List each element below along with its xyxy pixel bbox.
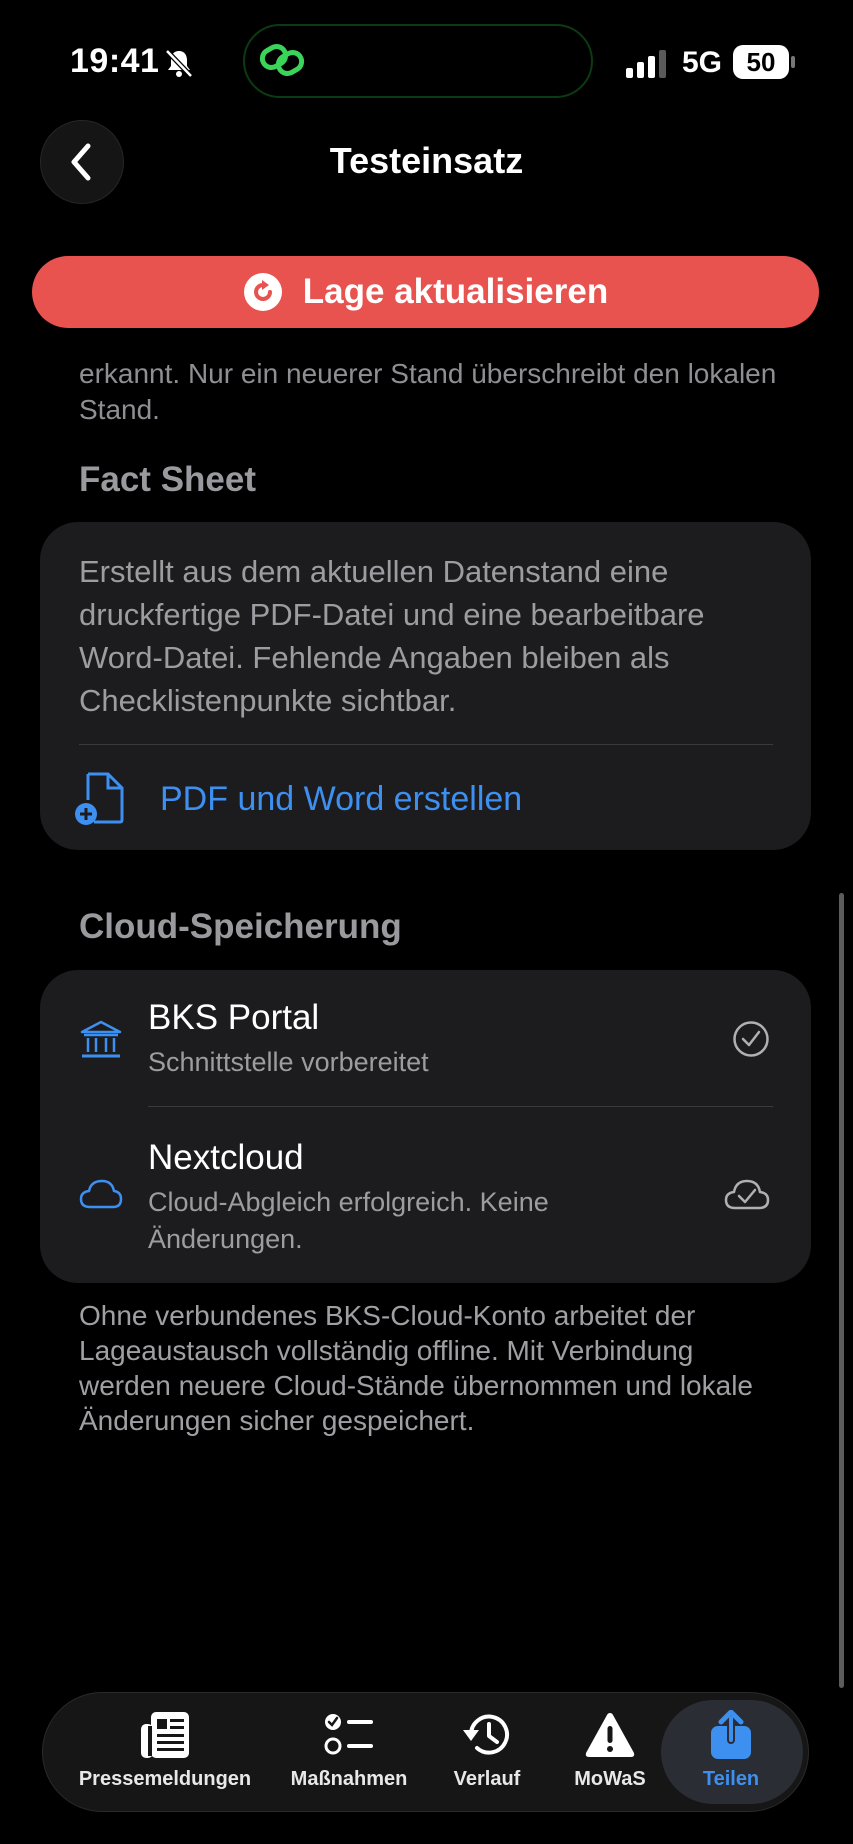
update-situation-button[interactable]: Lage aktualisieren (32, 256, 819, 328)
bks-portal-row[interactable]: BKS Portal Schnittstelle vorbereitet (40, 980, 811, 1100)
status-time: 19:41 (70, 42, 160, 80)
network-type: 5G (682, 46, 723, 79)
update-button-label: Lage aktualisieren (302, 272, 609, 311)
intro-text: erkannt. Nur ein neuerer Stand überschre… (79, 358, 777, 425)
tab-pressemeldungen[interactable]: Pressemeldungen (74, 1702, 256, 1802)
bell-muted-icon (165, 49, 193, 78)
linked-rings-icon (259, 44, 305, 76)
scrollbar[interactable] (839, 893, 844, 1688)
nextcloud-status: Cloud-Abgleich erfolgreich. Keine Änderu… (148, 1187, 549, 1254)
tab-mowas[interactable]: MoWaS (560, 1702, 660, 1802)
share-icon (711, 1710, 751, 1759)
cellular-signal-icon (626, 50, 666, 78)
tab-label: Maßnahmen (290, 1768, 408, 1790)
bks-portal-status: Schnittstelle vorbereitet (148, 1047, 429, 1077)
fact-sheet-description: Erstellt aus dem aktuellen Datenstand ei… (79, 554, 705, 718)
history-icon (463, 1714, 509, 1755)
bks-portal-title: BKS Portal (148, 998, 320, 1037)
cloud-footer-text: Ohne verbundenes BKS-Cloud-Konto arbeite… (79, 1300, 753, 1436)
refresh-icon (243, 273, 282, 311)
tab-label: Verlauf (453, 1768, 521, 1790)
tab-label: MoWaS (574, 1768, 646, 1790)
document-add-icon (75, 772, 124, 825)
tab-label: Pressemeldungen (78, 1768, 252, 1790)
checkmark-circle-icon (733, 1021, 769, 1057)
battery-level: 50 (746, 47, 776, 77)
create-pdf-word-label: PDF und Word erstellen (160, 780, 523, 818)
bank-building-icon (80, 1020, 122, 1058)
divider (148, 1106, 773, 1107)
nextcloud-title: Nextcloud (148, 1138, 304, 1177)
page-title: Testeinsatz (329, 140, 524, 181)
checklist-icon (324, 1714, 373, 1755)
battery-indicator: 50 (733, 45, 795, 79)
warning-icon (585, 1713, 635, 1757)
divider (79, 744, 773, 745)
tab-verlauf[interactable]: Verlauf (436, 1702, 538, 1802)
newspaper-icon (141, 1712, 189, 1758)
tab-teilen[interactable]: Teilen (680, 1702, 782, 1802)
cloud-icon (79, 1179, 123, 1209)
nextcloud-row[interactable]: Nextcloud Cloud-Abgleich erfolgreich. Ke… (40, 1118, 811, 1268)
cloud-storage-heading: Cloud-Speicherung (79, 907, 402, 946)
cloud-check-icon (724, 1179, 770, 1210)
tab-massnahmen[interactable]: Maßnahmen (284, 1702, 414, 1802)
tab-label: Teilen (702, 1768, 760, 1790)
fact-sheet-heading: Fact Sheet (79, 460, 256, 499)
create-pdf-word-button[interactable]: PDF und Word erstellen (74, 768, 774, 834)
